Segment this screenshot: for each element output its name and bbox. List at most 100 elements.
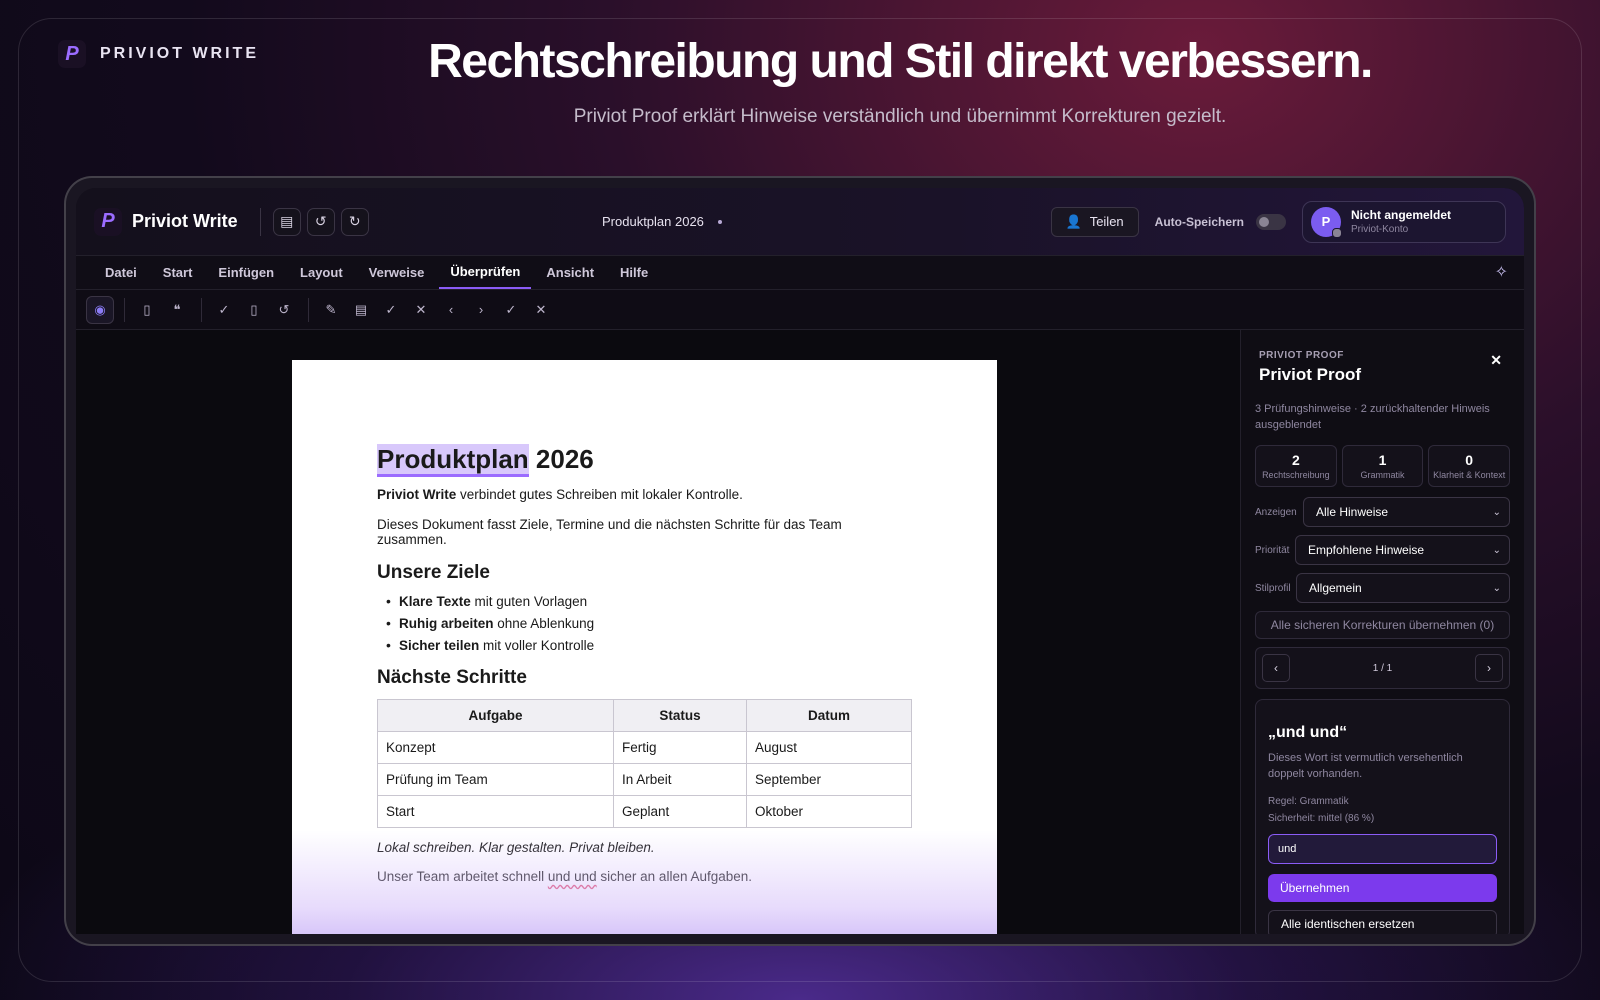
document-title[interactable]: Produktplan 2026 <box>602 214 722 229</box>
apply-button[interactable]: Übernehmen <box>1268 874 1497 902</box>
stat-grammar[interactable]: 1 Grammatik <box>1341 445 1424 487</box>
undo-icon: ↺ <box>314 213 327 229</box>
track-changes-button[interactable]: ✎ <box>317 296 345 324</box>
accept-change-button[interactable]: ✓ <box>377 296 405 324</box>
menu-hilfe[interactable]: Hilfe <box>609 256 659 289</box>
autosave-toggle[interactable] <box>1256 213 1286 230</box>
document-icon: ▯ <box>250 301 258 317</box>
document-button[interactable]: ▯ <box>133 296 161 324</box>
proof-check-button[interactable]: ◉ <box>86 295 114 324</box>
apply-all-safe-button[interactable]: Alle sicheren Korrekturen übernehmen (0) <box>1255 611 1510 639</box>
issue-title: „und und“ <box>1268 724 1348 741</box>
style-profile-select[interactable]: Allgemein ⌄ <box>1296 573 1510 603</box>
grammar-error-mark[interactable]: und und <box>548 869 597 884</box>
menu-einfuegen[interactable]: Einfügen <box>207 256 285 289</box>
section-heading-goals: Unsere Ziele <box>377 562 490 583</box>
table-header: Status <box>613 699 747 732</box>
previous-issue-button[interactable]: ‹ <box>1262 654 1290 682</box>
heading-rest: 2026 <box>528 444 594 474</box>
check-circle-icon: ✓ <box>505 301 517 317</box>
table-cell: Konzept <box>377 731 614 764</box>
word-count-button[interactable]: ▯ <box>240 296 268 324</box>
avatar: P <box>1311 206 1342 238</box>
history-button[interactable]: ↺ <box>270 296 298 324</box>
suggestion-input[interactable]: und <box>1268 834 1497 864</box>
reject-change-button[interactable]: ✕ <box>407 296 435 324</box>
select-value: Allgemein <box>1309 581 1362 595</box>
document-paragraph: Unser Team arbeitet schnell und und sich… <box>377 869 912 884</box>
chevron-left-icon: ‹ <box>1274 661 1278 675</box>
quote-button[interactable]: ❝ <box>163 296 191 324</box>
paragraph-text: Unser Team arbeitet schnell <box>377 869 548 884</box>
changes-panel-button[interactable]: ▤ <box>347 296 375 324</box>
document-paragraph: Dieses Dokument fasst Ziele, Termine und… <box>377 517 842 547</box>
issue-rule: Regel: Grammatik <box>1268 796 1349 807</box>
close-icon[interactable]: ✕ <box>1490 352 1502 369</box>
table-cell: In Arbeit <box>613 763 747 796</box>
undo-button[interactable]: ↺ <box>306 207 335 236</box>
redo-icon: ↻ <box>348 213 361 229</box>
table-header: Datum <box>746 699 912 732</box>
accept-all-button[interactable]: ✓ <box>497 296 525 324</box>
issue-pager: ‹ 1 / 1 › <box>1255 647 1510 689</box>
menu-datei[interactable]: Datei <box>94 256 148 289</box>
menu-ansicht[interactable]: Ansicht <box>535 256 605 289</box>
quote-icon: ❝ <box>173 301 181 317</box>
reject-all-button[interactable]: ✕ <box>527 296 555 324</box>
filter-label: Priorität <box>1255 544 1290 556</box>
menu-start[interactable]: Start <box>152 256 204 289</box>
section-heading-steps: Nächste Schritte <box>377 667 527 688</box>
table-header-row: Aufgabe Status Datum <box>377 699 912 732</box>
topbar: P Priviot Write ▤ ↺ ↻ Produktplan 2026 👤… <box>76 188 1524 256</box>
issue-confidence: Sicherheit: mittel (86 %) <box>1268 813 1375 824</box>
panel-eyebrow: PRIVIOT PROOF <box>1259 350 1344 361</box>
list-item-text: mit guten Vorlagen <box>470 594 588 609</box>
spellcheck-button[interactable]: ✓ <box>210 296 238 324</box>
replace-all-button[interactable]: Alle identischen ersetzen <box>1268 910 1497 934</box>
table-cell: Start <box>377 795 614 828</box>
chevron-right-icon: › <box>1487 661 1491 675</box>
pager-info: 1 / 1 <box>1372 662 1393 674</box>
list-item: Klare Texte mit guten Vorlagen <box>377 593 912 609</box>
previous-change-button[interactable]: ‹ <box>437 296 465 324</box>
table-cell: Oktober <box>746 795 912 828</box>
save-button[interactable]: ▤ <box>272 207 301 236</box>
goals-list: Klare Texte mit guten Vorlagen Ruhig arb… <box>377 593 912 653</box>
table-header: Aufgabe <box>377 699 614 732</box>
show-select[interactable]: Alle Hinweise ⌄ <box>1303 497 1510 527</box>
table-cell: Fertig <box>613 731 747 764</box>
stat-spelling[interactable]: 2 Rechtschreibung <box>1255 445 1337 487</box>
priority-select[interactable]: Empfohlene Hinweise ⌄ <box>1295 535 1510 565</box>
stat-clarity[interactable]: 0 Klarheit & Kontext <box>1428 445 1511 487</box>
highlighted-word[interactable]: Produktplan <box>377 444 529 477</box>
menu-layout[interactable]: Layout <box>289 256 354 289</box>
chevron-down-icon: ⌄ <box>1492 582 1501 594</box>
filter-label: Stilprofil <box>1255 582 1291 594</box>
filter-label: Anzeigen <box>1255 506 1297 518</box>
pencil-icon: ✎ <box>325 301 337 317</box>
chevron-right-icon: › <box>478 302 484 317</box>
share-button[interactable]: 👤 Teilen <box>1050 206 1139 237</box>
document-page[interactable]: Produktplan 2026 Priviot Write verbindet… <box>292 360 997 934</box>
account-button[interactable]: P Nicht angemeldet Priviot-Konto <box>1302 200 1506 243</box>
next-change-button[interactable]: › <box>467 296 495 324</box>
menu-ueberpruefen[interactable]: Überprüfen <box>439 256 532 289</box>
stat-value: 0 <box>1465 452 1474 468</box>
bold-text: Ruhig arbeiten <box>399 616 494 631</box>
divider <box>201 297 202 322</box>
proof-panel: PRIVIOT PROOF Priviot Proof ✕ 3 Prüfungs… <box>1240 330 1524 934</box>
workspace: Produktplan 2026 Priviot Write verbindet… <box>76 330 1524 934</box>
review-toolbar: ◉ ▯ ❝ ✓ ▯ ↺ ✎ ▤ ✓ ✕ ‹ › ✓ ✕ <box>76 290 1524 330</box>
menu-verweise[interactable]: Verweise <box>358 256 436 289</box>
history-icon: ↺ <box>278 301 290 317</box>
document-canvas: Produktplan 2026 Priviot Write verbindet… <box>76 330 1240 934</box>
issue-description: Dieses Wort ist vermutlich versehentlich… <box>1268 752 1463 780</box>
next-issue-button[interactable]: › <box>1475 654 1503 682</box>
table-cell: August <box>746 731 912 764</box>
ai-assistant-icon[interactable]: ✧ <box>1495 262 1508 282</box>
paragraph-text: verbindet gutes Schreiben mit lokaler Ko… <box>456 487 743 502</box>
check-circle-icon: ✓ <box>385 301 397 317</box>
list-icon: ▤ <box>354 301 368 317</box>
paragraph-text: sicher an allen Aufgaben. <box>596 869 753 884</box>
redo-button[interactable]: ↻ <box>340 207 369 236</box>
